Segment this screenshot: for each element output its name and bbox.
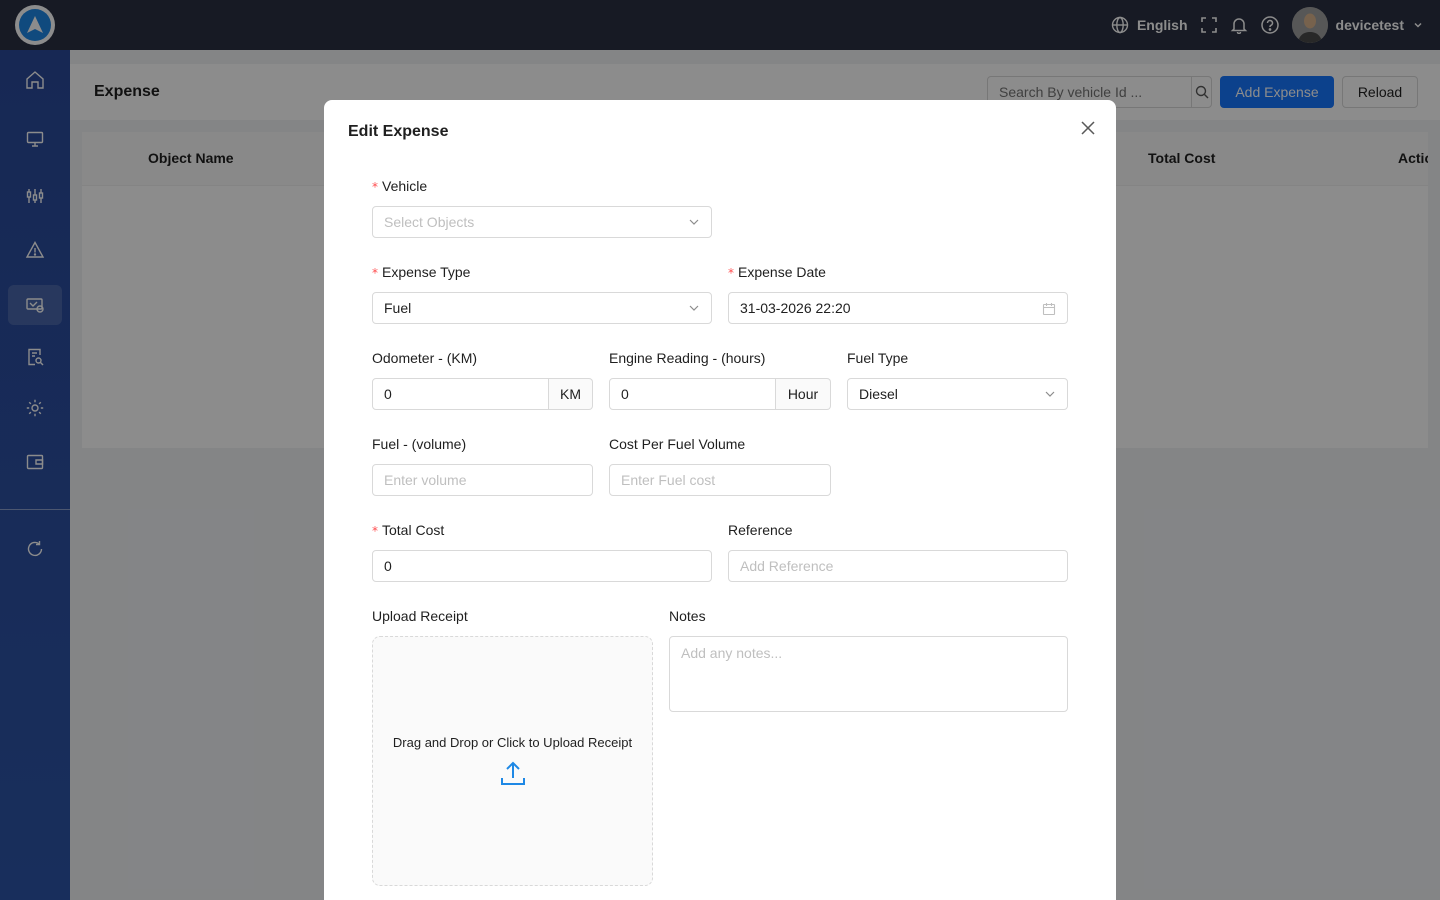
odometer-label: Odometer - (KM) (372, 350, 478, 366)
odometer-unit: KM (549, 378, 593, 410)
reference-input[interactable]: Add Reference (728, 550, 1068, 582)
total-cost-label: * Total Cost (372, 522, 445, 538)
edit-expense-modal: Edit Expense * Vehicle Select Objects * Ex… (324, 100, 1116, 900)
chevron-down-icon (1045, 391, 1055, 397)
fuel-type-select[interactable]: Diesel (847, 378, 1068, 410)
vehicle-select[interactable]: Select Objects (372, 206, 712, 238)
engine-reading-unit: Hour (776, 378, 831, 410)
vehicle-placeholder: Select Objects (384, 214, 475, 230)
engine-reading-value: 0 (621, 386, 629, 402)
upload-receipt-label: Upload Receipt (372, 608, 468, 624)
total-cost-input[interactable]: 0 (372, 550, 712, 582)
notes-placeholder: Add any notes... (681, 645, 783, 661)
close-icon (1081, 121, 1095, 135)
expense-type-select[interactable]: Fuel (372, 292, 712, 324)
expense-date-value: 31-03-2026 22:20 (740, 300, 851, 316)
close-button[interactable] (1078, 118, 1098, 138)
engine-reading-label: Engine Reading - (hours) (609, 350, 766, 366)
chevron-down-icon (689, 305, 699, 311)
fuel-volume-label: Fuel - (volume) (372, 436, 467, 452)
cost-per-volume-label: Cost Per Fuel Volume (609, 436, 746, 452)
cost-per-volume-placeholder: Enter Fuel cost (621, 472, 716, 488)
fuel-type-label: Fuel Type (847, 350, 909, 366)
expense-type-label: * Expense Type (372, 264, 471, 280)
expense-type-value: Fuel (384, 300, 412, 316)
total-cost-value: 0 (384, 558, 392, 574)
engine-reading-input[interactable]: 0 (609, 378, 776, 410)
odometer-input[interactable]: 0 (372, 378, 549, 410)
calendar-icon (1042, 303, 1056, 316)
fuel-volume-placeholder: Enter volume (384, 472, 467, 488)
odometer-value: 0 (384, 386, 392, 402)
cost-per-volume-input[interactable]: Enter Fuel cost (609, 464, 831, 496)
receipt-upload-dropzone[interactable]: Drag and Drop or Click to Upload Receipt (372, 636, 653, 886)
vehicle-label: * Vehicle (372, 178, 428, 194)
reference-label: Reference (728, 522, 793, 538)
upload-icon (500, 761, 525, 785)
upload-instructions: Drag and Drop or Click to Upload Receipt (392, 734, 633, 750)
chevron-down-icon (689, 219, 699, 225)
notes-textarea[interactable]: Add any notes... (669, 636, 1068, 712)
fuel-type-value: Diesel (859, 386, 898, 402)
expense-date-label: * Expense Date (728, 264, 826, 280)
fuel-volume-input[interactable]: Enter volume (372, 464, 593, 496)
notes-label: Notes (669, 608, 706, 624)
modal-title: Edit Expense (348, 123, 449, 140)
reference-placeholder: Add Reference (740, 558, 834, 574)
expense-date-picker[interactable]: 31-03-2026 22:20 (728, 292, 1068, 324)
